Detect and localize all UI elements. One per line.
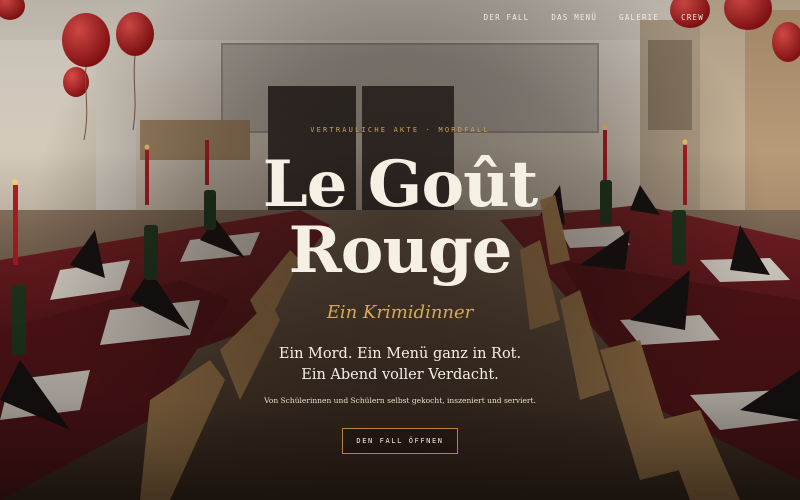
tagline: Ein Mord. Ein Menü ganz in Rot. Ein Aben… [0,344,800,386]
eyebrow-label: VERTRAULICHE AKTE · MORDFALL [310,126,490,134]
nav-link-crew[interactable]: CREW [681,13,704,22]
subtitle: Ein Krimidinner [326,302,474,323]
tagline-line-2: Ein Abend voller Verdacht. [301,367,499,383]
description-text: Von Schülerinnen und Schülern selbst gek… [264,396,536,405]
hero-section: DER FALL DAS MENÜ GALERIE CREW VERTRAULI… [0,0,800,500]
page-title-line-2: Rouge [288,213,513,288]
nav-link-galerie[interactable]: GALERIE [619,13,659,22]
nav-link-das-menue[interactable]: DAS MENÜ [551,13,597,22]
open-case-button[interactable]: DEN FALL ÖFFNEN [342,428,458,454]
page-title: Le Goût Rouge [0,152,800,284]
page-title-line-1: Le Goût [262,147,538,222]
nav-link-der-fall[interactable]: DER FALL [484,13,530,22]
main-navigation: DER FALL DAS MENÜ GALERIE CREW [484,13,704,22]
tagline-line-1: Ein Mord. Ein Menü ganz in Rot. [278,346,522,362]
